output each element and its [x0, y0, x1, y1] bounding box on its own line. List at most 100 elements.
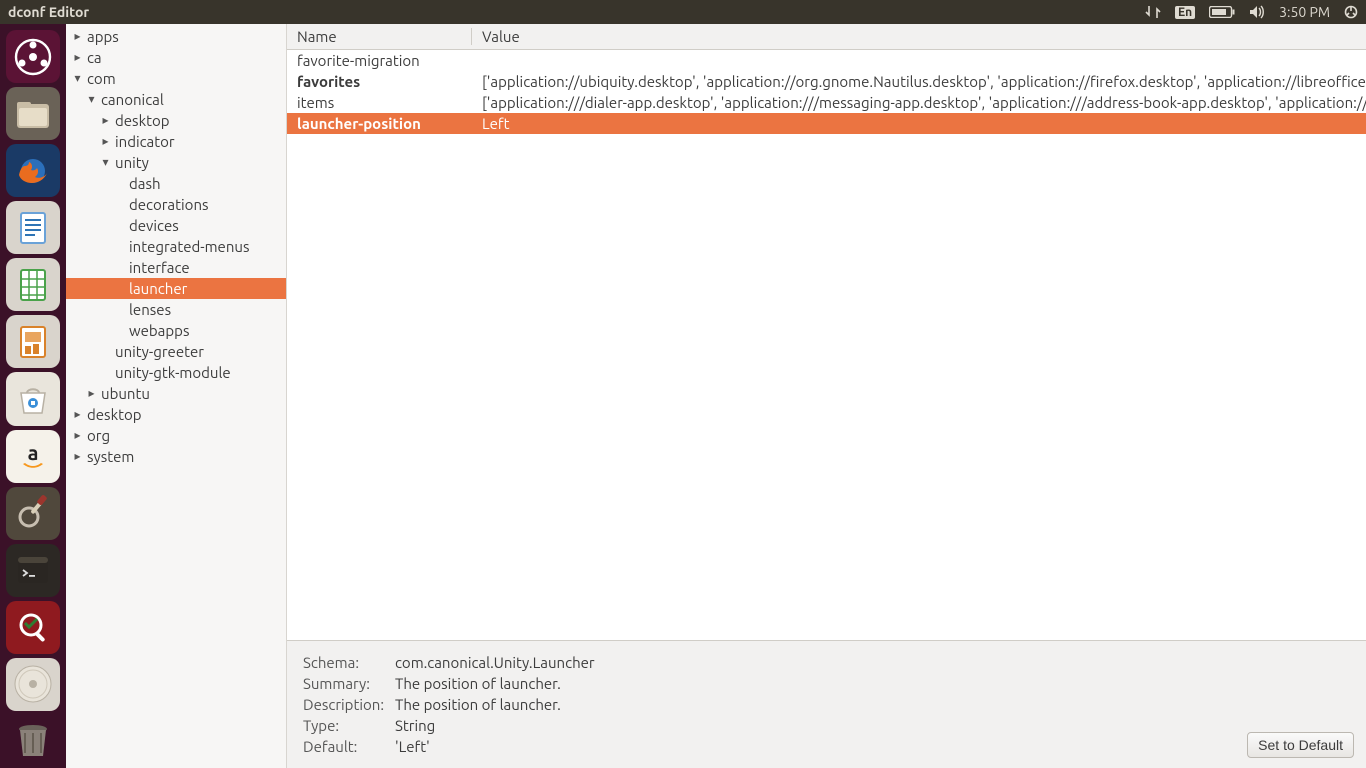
launcher-item-amazon[interactable]: a [6, 430, 60, 483]
expander-icon[interactable]: ▾ [72, 73, 83, 85]
launcher-item-terminal[interactable] [6, 544, 60, 597]
tree-item-org[interactable]: ▸org [66, 425, 286, 446]
tree-item-indicator[interactable]: ▸indicator [66, 131, 286, 152]
tree-label: dash [125, 175, 161, 192]
type-value: String [395, 716, 601, 735]
launcher-item-writer[interactable] [6, 201, 60, 254]
tree-item-lenses[interactable]: lenses [66, 299, 286, 320]
key-list[interactable]: favorite-migration favorites['application… [287, 50, 1366, 640]
key-name: items [287, 94, 472, 111]
launcher-item-settings[interactable] [6, 487, 60, 540]
tree-item-devices[interactable]: devices [66, 215, 286, 236]
key-value: ['application:///dialer-app.desktop', 'a… [472, 94, 1366, 111]
key-row-items[interactable]: items['application:///dialer-app.desktop… [287, 92, 1366, 113]
battery-icon[interactable] [1209, 6, 1235, 18]
launcher-item-disk[interactable] [6, 658, 60, 711]
launcher-item-firefox[interactable] [6, 144, 60, 197]
tree-label: com [83, 70, 116, 87]
key-list-pane: Name Value favorite-migration favorites['… [287, 24, 1366, 768]
launcher-item-calc[interactable] [6, 258, 60, 311]
tree-item-system[interactable]: ▸system [66, 446, 286, 467]
key-name: launcher-position [287, 115, 472, 132]
launcher-item-dconf[interactable] [6, 601, 60, 654]
tree-label: unity-gtk-module [111, 364, 231, 381]
tree-label: unity-greeter [111, 343, 204, 360]
keyboard-indicator[interactable]: En [1175, 6, 1195, 19]
type-label: Type: [303, 716, 393, 735]
tree-item-launcher[interactable]: launcher [66, 278, 286, 299]
expander-icon[interactable]: ▸ [86, 388, 97, 400]
default-label: Default: [303, 737, 393, 756]
column-header-value[interactable]: Value [472, 28, 1366, 45]
tree-item-ubuntu[interactable]: ▸ubuntu [66, 383, 286, 404]
set-to-default-button[interactable]: Set to Default [1247, 732, 1354, 758]
tree-label: unity [111, 154, 149, 171]
launcher-item-software[interactable] [6, 372, 60, 425]
tree-label: interface [125, 259, 190, 276]
expander-icon[interactable]: ▸ [72, 430, 83, 442]
tree-item-com[interactable]: ▾com [66, 68, 286, 89]
tree-label: system [83, 448, 134, 465]
summary-label: Summary: [303, 674, 393, 693]
schema-label: Schema: [303, 653, 393, 672]
description-value: The position of launcher. [395, 695, 601, 714]
session-icon[interactable] [1344, 5, 1358, 19]
launcher-item-dash[interactable] [6, 30, 60, 83]
tree-item-decorations[interactable]: decorations [66, 194, 286, 215]
expander-icon[interactable]: ▸ [72, 52, 83, 64]
indicator-area: En 3:50 PM [1145, 4, 1358, 20]
tree-item-apps[interactable]: ▸apps [66, 26, 286, 47]
tree-item-unity-gtk-module[interactable]: unity-gtk-module [66, 362, 286, 383]
launcher-item-trash[interactable] [6, 715, 60, 768]
expander-icon[interactable]: ▸ [100, 136, 111, 148]
key-row-favorite-migration[interactable]: favorite-migration [287, 50, 1366, 71]
tree-item-ca[interactable]: ▸ca [66, 47, 286, 68]
clock[interactable]: 3:50 PM [1279, 4, 1330, 20]
tree-item-desktop[interactable]: ▸desktop [66, 404, 286, 425]
tree-label: apps [83, 28, 119, 45]
column-header-name[interactable]: Name [287, 28, 472, 45]
tree-item-integrated-menus[interactable]: integrated-menus [66, 236, 286, 257]
sound-icon[interactable] [1249, 5, 1265, 19]
tree-label: webapps [125, 322, 189, 339]
launcher-item-impress[interactable] [6, 315, 60, 368]
expander-icon[interactable]: ▸ [72, 31, 83, 43]
key-value: ['application://ubiquity.desktop', 'appl… [472, 73, 1366, 90]
expander-icon[interactable]: ▸ [72, 451, 83, 463]
tree-label: ca [83, 49, 102, 66]
schema-tree[interactable]: ▸apps▸ca▾com▾canonical▸desktop▸indicator… [66, 24, 287, 768]
description-label: Description: [303, 695, 393, 714]
tree-label: canonical [97, 91, 164, 108]
tree-item-canonical[interactable]: ▾canonical [66, 89, 286, 110]
tree-item-unity-greeter[interactable]: unity-greeter [66, 341, 286, 362]
tree-label: lenses [125, 301, 171, 318]
tree-label: desktop [83, 406, 142, 423]
tree-label: org [83, 427, 110, 444]
expander-icon[interactable]: ▸ [72, 409, 83, 421]
key-name: favorites [287, 73, 472, 90]
menubar: dconf Editor En 3:50 PM [0, 0, 1366, 24]
dconf-editor-window: ▸apps▸ca▾com▾canonical▸desktop▸indicator… [66, 24, 1366, 768]
tree-item-interface[interactable]: interface [66, 257, 286, 278]
network-icon[interactable] [1145, 5, 1161, 19]
tree-item-dash[interactable]: dash [66, 173, 286, 194]
key-row-launcher-position[interactable]: launcher-positionLeft [287, 113, 1366, 134]
summary-value: The position of launcher. [395, 674, 601, 693]
tree-label: devices [125, 217, 179, 234]
tree-label: desktop [111, 112, 170, 129]
expander-icon[interactable]: ▾ [86, 94, 97, 106]
unity-launcher: a [0, 24, 66, 768]
tree-item-webapps[interactable]: webapps [66, 320, 286, 341]
schema-value: com.canonical.Unity.Launcher [395, 653, 601, 672]
launcher-item-files[interactable] [6, 87, 60, 140]
tree-item-desktop[interactable]: ▸desktop [66, 110, 286, 131]
tree-item-unity[interactable]: ▾unity [66, 152, 286, 173]
tree-label: integrated-menus [125, 238, 249, 255]
app-title: dconf Editor [8, 4, 89, 20]
expander-icon[interactable]: ▾ [100, 157, 111, 169]
key-row-favorites[interactable]: favorites['application://ubiquity.deskto… [287, 71, 1366, 92]
default-value: 'Left' [395, 737, 601, 756]
key-name: favorite-migration [287, 52, 472, 69]
expander-icon[interactable]: ▸ [100, 115, 111, 127]
svg-text:a: a [28, 441, 39, 464]
